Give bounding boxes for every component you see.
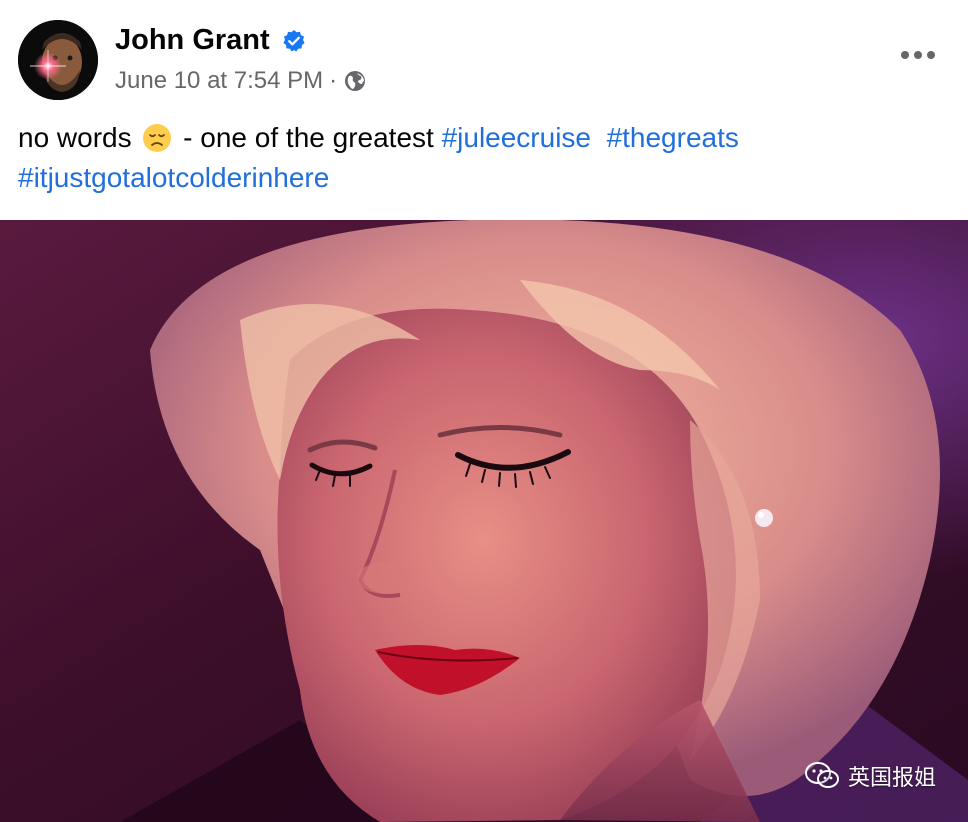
hashtag-link[interactable]: #itjustgotalotcolderinhere (18, 162, 329, 193)
watermark: 英国报姐 (804, 760, 936, 792)
hashtag-link[interactable]: #thegreats (607, 122, 739, 153)
wechat-icon (804, 762, 839, 788)
post-media-video[interactable]: 英国报姐 (0, 220, 968, 822)
post-meta: June 10 at 7:54 PM · (115, 67, 367, 95)
author-row: John Grant (115, 24, 306, 57)
disappointed-face-emoji (143, 124, 172, 152)
post-timestamp[interactable]: June 10 at 7:54 PM (115, 67, 323, 95)
verified-badge-icon (283, 29, 305, 51)
avatar-portrait-image (18, 20, 98, 100)
watermark-text: 英国报姐 (847, 765, 936, 790)
author-avatar[interactable] (18, 20, 98, 100)
more-options-icon (901, 51, 935, 59)
globe-icon[interactable] (343, 69, 367, 93)
more-options-button[interactable] (896, 40, 940, 70)
post-header: John Grant June 10 at 7:54 PM · (0, 0, 968, 112)
post-text-middle: - one of the greatest (175, 122, 442, 153)
meta-separator: · (329, 67, 338, 94)
author-name[interactable]: John Grant (115, 24, 270, 57)
post-text: no words - one of the greatest #juleecru… (18, 118, 948, 198)
woman-eyes-closed-video-frame (0, 220, 968, 822)
post-text-start: no words (18, 122, 132, 153)
hashtag-link[interactable]: #juleecruise (442, 122, 591, 153)
